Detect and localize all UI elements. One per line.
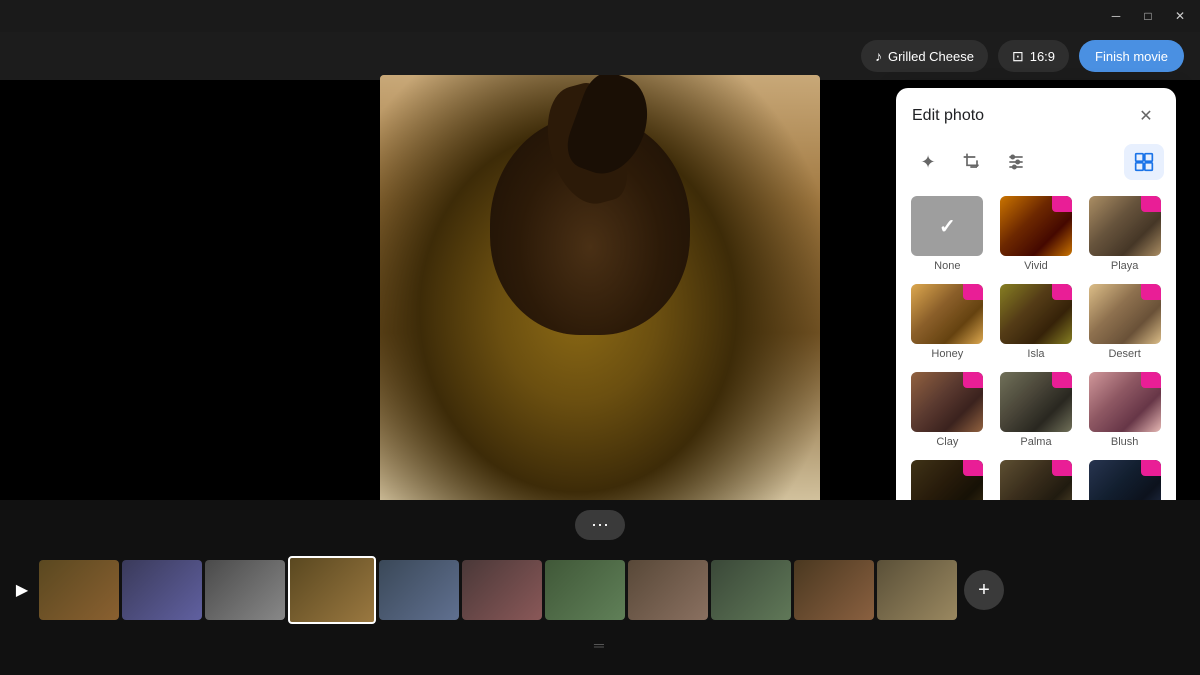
- filter-honey-thumb: [911, 284, 983, 344]
- finish-movie-button[interactable]: Finish movie: [1079, 40, 1184, 72]
- clip-11[interactable]: [877, 560, 957, 620]
- maximize-button[interactable]: □: [1136, 4, 1160, 28]
- aspect-label: 16:9: [1030, 49, 1055, 64]
- filter-none[interactable]: ✓ None: [904, 192, 991, 278]
- filter-honey-label: Honey: [931, 348, 963, 360]
- clip-3[interactable]: [205, 560, 285, 620]
- filter-playa[interactable]: Playa: [1081, 192, 1168, 278]
- clip-1[interactable]: [39, 560, 119, 620]
- aspect-ratio-button[interactable]: ⊡ 16:9: [998, 40, 1069, 72]
- edit-panel-header: Edit photo ✕: [896, 88, 1176, 140]
- music-icon: ♪: [875, 48, 882, 64]
- clip-6[interactable]: [462, 560, 542, 620]
- music-button[interactable]: ♪ Grilled Cheese: [861, 40, 988, 72]
- clip-9[interactable]: [711, 560, 791, 620]
- more-options-button[interactable]: ⋯: [575, 510, 625, 540]
- filter-clay[interactable]: Clay: [904, 368, 991, 454]
- filter-honey[interactable]: Honey: [904, 280, 991, 366]
- filter-clay-thumb: [911, 372, 983, 432]
- filter-isla-label: Isla: [1027, 348, 1044, 360]
- scrubber-icon: ═: [594, 637, 606, 653]
- filter-clay-label: Clay: [936, 436, 958, 448]
- timeline: ⋯ ▶: [0, 500, 1200, 675]
- filter-none-label: None: [934, 260, 960, 272]
- clip-5[interactable]: [379, 560, 459, 620]
- filter-palma-label: Palma: [1020, 436, 1051, 448]
- filter-playa-label: Playa: [1111, 260, 1139, 272]
- filter-vivid-label: Vivid: [1024, 260, 1048, 272]
- clip-10[interactable]: [794, 560, 874, 620]
- filter-desert[interactable]: Desert: [1081, 280, 1168, 366]
- tab-filters[interactable]: [1124, 144, 1164, 180]
- filter-desert-label: Desert: [1108, 348, 1140, 360]
- selected-check: ✓: [939, 214, 956, 239]
- filter-desert-thumb: [1089, 284, 1161, 344]
- add-clip-button[interactable]: +: [964, 570, 1004, 610]
- timeline-strip: ▶: [0, 550, 1200, 630]
- filter-vivid-thumb: [1000, 196, 1072, 256]
- tab-adjustments[interactable]: [996, 144, 1036, 180]
- filter-isla[interactable]: Isla: [993, 280, 1080, 366]
- filter-blush-thumb: [1089, 372, 1161, 432]
- video-preview: [380, 75, 820, 505]
- filter-none-thumb: ✓: [911, 196, 983, 256]
- filter-playa-thumb: [1089, 196, 1161, 256]
- toolbar: ♪ Grilled Cheese ⊡ 16:9 Finish movie: [0, 32, 1200, 80]
- edit-tabs: ✦: [896, 140, 1176, 188]
- tab-sparkle[interactable]: ✦: [908, 144, 948, 180]
- filter-grid: ✓ None Vivid Playa Honey: [896, 188, 1176, 508]
- clip-2[interactable]: [122, 560, 202, 620]
- dog-photo: [380, 75, 820, 505]
- title-bar: ─ □ ✕: [0, 0, 1200, 32]
- clip-7[interactable]: [545, 560, 625, 620]
- filter-blush[interactable]: Blush: [1081, 368, 1168, 454]
- aspect-icon: ⊡: [1012, 48, 1024, 65]
- filter-blush-label: Blush: [1111, 436, 1139, 448]
- play-button[interactable]: ▶: [8, 576, 36, 604]
- filter-isla-thumb: [1000, 284, 1072, 344]
- timeline-bottom: ═: [0, 630, 1200, 660]
- music-label: Grilled Cheese: [888, 49, 974, 64]
- edit-photo-panel: Edit photo ✕ ✦: [896, 88, 1176, 528]
- clip-4-selected[interactable]: [288, 556, 376, 624]
- filter-vivid[interactable]: Vivid: [993, 192, 1080, 278]
- timeline-controls: ⋯: [0, 500, 1200, 550]
- minimize-button[interactable]: ─: [1104, 4, 1128, 28]
- edit-panel-title: Edit photo: [912, 107, 984, 125]
- tab-crop[interactable]: [952, 144, 992, 180]
- clip-8[interactable]: [628, 560, 708, 620]
- filter-palma-thumb: [1000, 372, 1072, 432]
- edit-panel-close-button[interactable]: ✕: [1132, 102, 1160, 130]
- filter-palma[interactable]: Palma: [993, 368, 1080, 454]
- close-window-button[interactable]: ✕: [1168, 4, 1192, 28]
